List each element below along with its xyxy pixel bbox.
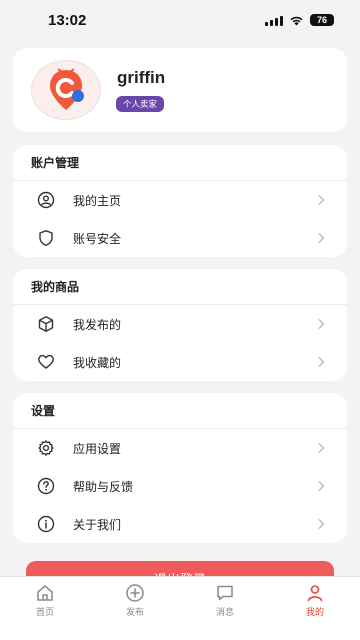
chevron-right-icon	[318, 481, 325, 491]
chevron-right-icon	[318, 443, 325, 453]
heart-icon	[37, 353, 55, 371]
menu-item-favorites[interactable]: 我收藏的	[13, 343, 347, 381]
menu-label: 应用设置	[73, 441, 122, 456]
battery-icon: 76	[310, 14, 334, 26]
tab-label: 首页	[35, 608, 54, 618]
plus-circle-icon	[126, 584, 144, 602]
tab-label: 发布	[125, 608, 144, 618]
menu-item-homepage[interactable]: 我的主页	[13, 181, 347, 219]
tab-publish[interactable]: 发布	[90, 577, 180, 640]
status-time: 13:02	[48, 11, 87, 29]
info-icon	[37, 515, 55, 533]
menu-label: 关于我们	[73, 517, 122, 532]
wifi-icon	[290, 16, 303, 25]
home-icon	[37, 585, 53, 601]
menu-item-app-settings[interactable]: 应用设置	[13, 429, 347, 467]
menu-label: 我的主页	[73, 193, 122, 208]
status-icons: 76	[265, 14, 334, 26]
menu-item-published[interactable]: 我发布的	[13, 305, 347, 343]
chevron-right-icon	[318, 233, 325, 243]
profile-card[interactable]: griffin 个人卖家	[13, 48, 347, 132]
products-section: 我的商品 我发布的 我收藏的	[13, 269, 347, 381]
section-title: 我的商品	[13, 269, 347, 305]
bottom-tab-bar: 首页 发布 消息 我的	[0, 576, 360, 640]
message-icon	[217, 585, 233, 601]
chevron-right-icon	[318, 519, 325, 529]
gear-icon	[37, 439, 55, 457]
menu-item-account-security[interactable]: 账号安全	[13, 219, 347, 257]
menu-label: 我收藏的	[73, 355, 122, 370]
user-circle-icon	[37, 191, 55, 209]
seller-badge: 个人卖家	[116, 96, 165, 112]
menu-item-about-us[interactable]: 关于我们	[13, 505, 347, 543]
account-section: 账户管理 我的主页 账号安全	[13, 145, 347, 257]
chevron-right-icon	[318, 195, 325, 205]
menu-label: 账号安全	[73, 231, 122, 246]
menu-label: 帮助与反馈	[73, 479, 134, 494]
tab-label: 消息	[215, 608, 234, 618]
tab-mine[interactable]: 我的	[270, 577, 360, 640]
menu-label: 我发布的	[73, 317, 122, 332]
app-logo-icon	[50, 68, 84, 110]
tab-messages[interactable]: 消息	[180, 577, 270, 640]
box-icon	[37, 315, 55, 333]
chevron-right-icon	[318, 319, 325, 329]
person-icon	[307, 585, 323, 602]
menu-item-help-feedback[interactable]: 帮助与反馈	[13, 467, 347, 505]
help-icon	[37, 477, 55, 495]
chevron-right-icon	[318, 357, 325, 367]
avatar[interactable]	[31, 60, 101, 120]
settings-section: 设置 应用设置 帮助与反馈 关于我们	[13, 393, 347, 543]
status-bar: 13:02 76	[0, 0, 360, 40]
tab-label: 我的	[305, 608, 324, 618]
section-title: 设置	[13, 393, 347, 429]
signal-icon	[265, 15, 283, 26]
shield-icon	[37, 229, 55, 247]
username: griffin	[117, 68, 166, 87]
section-title: 账户管理	[13, 145, 347, 181]
tab-home[interactable]: 首页	[0, 577, 90, 640]
